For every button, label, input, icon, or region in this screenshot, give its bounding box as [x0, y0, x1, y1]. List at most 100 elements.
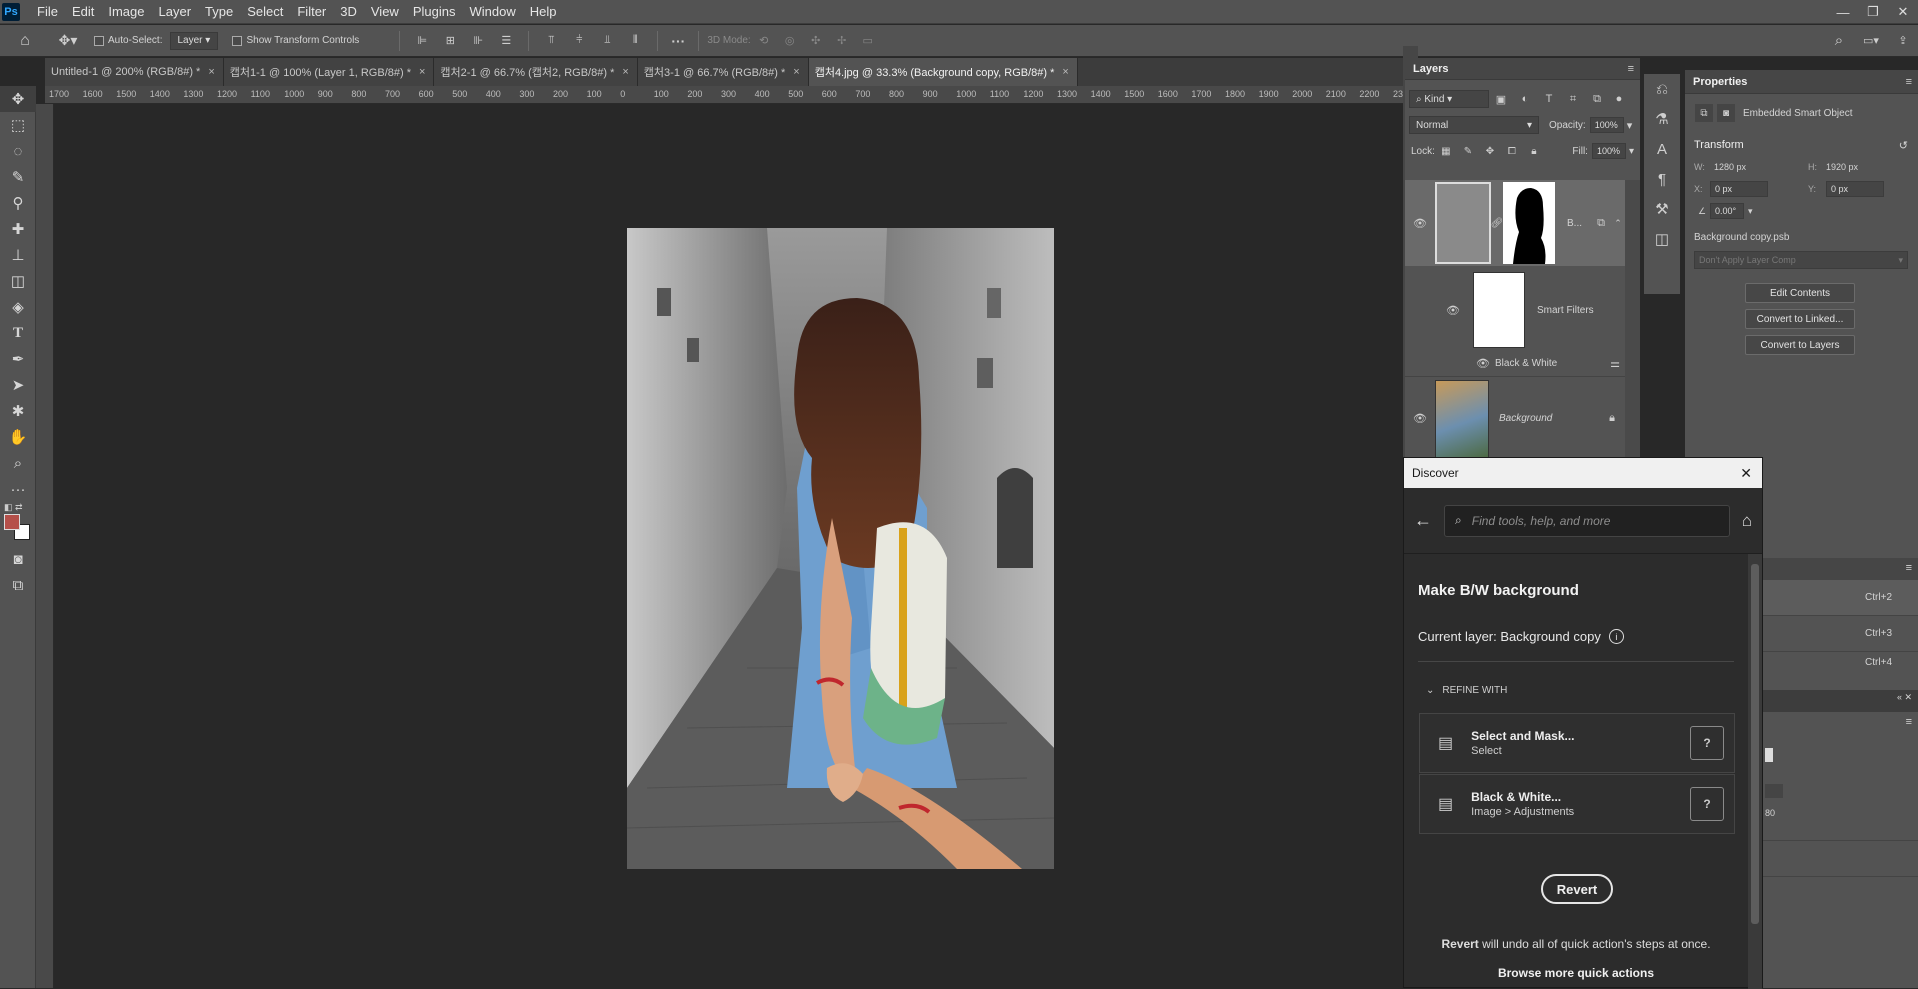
- menu-3d[interactable]: 3D: [333, 0, 364, 24]
- clone-stamp-tool-icon[interactable]: ⊥: [0, 242, 36, 268]
- tab-capture1-1[interactable]: 캡처1-1 @ 100% (Layer 1, RGB/8#) * ×: [223, 58, 435, 86]
- lock-position-icon[interactable]: ✥: [1479, 146, 1501, 157]
- lasso-tool-icon[interactable]: ◌: [0, 138, 36, 164]
- smart-filter-mask-thumbnail[interactable]: [1473, 272, 1525, 348]
- menu-type[interactable]: Type: [198, 0, 240, 24]
- back-arrow-icon[interactable]: ←: [1414, 510, 1432, 531]
- edit-contents-button[interactable]: Edit Contents: [1745, 283, 1855, 303]
- close-tab-icon[interactable]: ×: [1062, 66, 1068, 78]
- revert-button[interactable]: Revert: [1541, 874, 1613, 904]
- more-options-icon[interactable]: ···: [666, 33, 690, 49]
- move-tool-preset-icon[interactable]: ✥▾: [50, 32, 86, 49]
- panel-menu-icon[interactable]: ≡: [1906, 716, 1912, 728]
- menu-filter[interactable]: Filter: [290, 0, 333, 24]
- lock-transparent-icon[interactable]: ▦: [1435, 146, 1457, 157]
- blend-mode-dropdown[interactable]: Normal ▾: [1409, 116, 1539, 134]
- filter-kind-dropdown[interactable]: ⌕ Kind ▾: [1409, 90, 1489, 108]
- scrollbar-thumb[interactable]: [1751, 564, 1759, 924]
- tools-presets-icon[interactable]: ⚒: [1644, 194, 1680, 224]
- menu-help[interactable]: Help: [523, 0, 564, 24]
- layer-thumbnail[interactable]: [1435, 379, 1489, 458]
- panel-fragment-input[interactable]: [1765, 784, 1783, 798]
- menu-file[interactable]: File: [30, 0, 65, 24]
- foreground-color-swatch[interactable]: [4, 514, 20, 530]
- quick-selection-tool-icon[interactable]: ✎: [0, 164, 36, 190]
- layer-comp-dropdown[interactable]: Don't Apply Layer Comp ▾: [1694, 251, 1908, 269]
- filter-pixel-icon[interactable]: ▣: [1489, 93, 1513, 106]
- width-value[interactable]: 1280 px: [1714, 162, 1808, 172]
- menu-view[interactable]: View: [364, 0, 406, 24]
- align-left-icon[interactable]: ⊫: [408, 34, 436, 47]
- tab-untitled-1[interactable]: Untitled-1 @ 200% (RGB/8#) * ×: [45, 58, 224, 86]
- opacity-input[interactable]: 100%: [1589, 117, 1624, 133]
- checkbox-box[interactable]: [232, 35, 243, 46]
- angle-input[interactable]: 0.00°: [1710, 203, 1744, 219]
- custom-shape-tool-icon[interactable]: ✱: [0, 398, 36, 424]
- home-icon[interactable]: ⌂: [0, 32, 50, 50]
- discover-scrollbar[interactable]: [1748, 554, 1762, 989]
- mask-icon[interactable]: ◙: [1717, 104, 1735, 122]
- edit-toolbar-icon[interactable]: ···: [0, 476, 36, 502]
- shortcut-row[interactable]: Ctrl+2: [1763, 580, 1918, 616]
- layer-name[interactable]: Background: [1499, 413, 1552, 424]
- align-center-icon[interactable]: ⊞: [436, 34, 464, 47]
- lock-image-icon[interactable]: ✎: [1457, 146, 1479, 157]
- filter-adjustment-icon[interactable]: ◐: [1513, 93, 1537, 105]
- collapse-icon[interactable]: « ✕: [1897, 692, 1912, 703]
- filter-smart-object-icon[interactable]: ⧉: [1585, 93, 1609, 106]
- panel-menu-icon[interactable]: ≡: [1628, 63, 1634, 75]
- hand-tool-icon[interactable]: ✋: [0, 424, 36, 450]
- close-tab-icon[interactable]: ×: [208, 66, 214, 78]
- default-colors-icon[interactable]: ◧ ⇄: [4, 502, 23, 513]
- align-right-icon[interactable]: ⊪: [464, 34, 492, 47]
- minimize-icon[interactable]: —: [1828, 5, 1858, 20]
- convert-to-layers-button[interactable]: Convert to Layers: [1745, 335, 1855, 355]
- layers-panel-title[interactable]: Layers: [1413, 63, 1448, 75]
- filter-shape-icon[interactable]: ⌗: [1561, 93, 1585, 106]
- eraser-tool-icon[interactable]: ◫: [0, 268, 36, 294]
- convert-to-linked-button[interactable]: Convert to Linked...: [1745, 309, 1855, 329]
- filter-row-black-white[interactable]: 👁︎ Black & White ⚌: [1405, 353, 1625, 373]
- marquee-tool-icon[interactable]: ⬚: [0, 112, 36, 138]
- menu-layer[interactable]: Layer: [152, 0, 199, 24]
- layer-thumbnail[interactable]: [1435, 182, 1491, 264]
- filter-type-icon[interactable]: T: [1537, 93, 1561, 105]
- lock-artboard-icon[interactable]: ⧠: [1501, 146, 1523, 157]
- tab-capture3-1[interactable]: 캡처3-1 @ 66.7% (RGB/8#) * ×: [637, 58, 809, 86]
- distribute-icon[interactable]: ☰: [492, 34, 520, 47]
- paint-bucket-tool-icon[interactable]: ◈: [0, 294, 36, 320]
- history-panel-icon[interactable]: ⎌: [1644, 74, 1680, 104]
- pen-tool-icon[interactable]: ✒: [0, 346, 36, 372]
- show-transform-checkbox[interactable]: Show Transform Controls: [232, 35, 359, 46]
- close-tab-icon[interactable]: ×: [419, 66, 425, 78]
- layer-name[interactable]: B...: [1567, 218, 1582, 229]
- shortcut-row[interactable]: Ctrl+3: [1763, 616, 1918, 652]
- layer-row-background[interactable]: 👁︎ Background 🔒︎: [1405, 376, 1625, 460]
- brush-settings-icon[interactable]: ⚗: [1644, 104, 1680, 134]
- share-icon[interactable]: ⇪: [1888, 34, 1918, 47]
- height-value[interactable]: 1920 px: [1826, 162, 1858, 172]
- screen-mode-icon[interactable]: ⧉: [0, 572, 36, 598]
- fill-input[interactable]: 100%: [1591, 143, 1626, 159]
- menu-window[interactable]: Window: [462, 0, 522, 24]
- visibility-eye-icon[interactable]: 👁︎: [1405, 217, 1435, 230]
- panel-menu-icon[interactable]: ≡: [1906, 562, 1912, 574]
- menu-image[interactable]: Image: [101, 0, 151, 24]
- eyedropper-tool-icon[interactable]: ⚲: [0, 190, 36, 216]
- tab-capture4[interactable]: 캡처4.jpg @ 33.3% (Background copy, RGB/8#…: [808, 58, 1078, 86]
- tab-capture2-1[interactable]: 캡처2-1 @ 66.7% (캡처2, RGB/8#) * ×: [434, 58, 638, 86]
- reset-transform-icon[interactable]: ↺: [1899, 139, 1908, 152]
- smart-filters-row[interactable]: 👁︎ Smart Filters: [1405, 272, 1625, 348]
- menu-plugins[interactable]: Plugins: [406, 0, 463, 24]
- close-icon[interactable]: ✕: [1740, 465, 1752, 482]
- layers-scrollbar[interactable]: [1625, 180, 1640, 460]
- discover-search-input[interactable]: ⌕ Find tools, help, and more: [1444, 504, 1730, 537]
- refine-card-select-and-mask[interactable]: ▤ Select and Mask... Select ?: [1419, 713, 1735, 773]
- document-image[interactable]: [627, 228, 1054, 869]
- mask-link-icon[interactable]: 🔗︎: [1491, 218, 1504, 229]
- zoom-tool-icon[interactable]: ⌕: [0, 450, 36, 476]
- close-tab-icon[interactable]: ×: [793, 66, 799, 78]
- y-input[interactable]: 0 px: [1826, 181, 1884, 197]
- help-question-icon[interactable]: ?: [1690, 787, 1724, 821]
- menu-select[interactable]: Select: [240, 0, 290, 24]
